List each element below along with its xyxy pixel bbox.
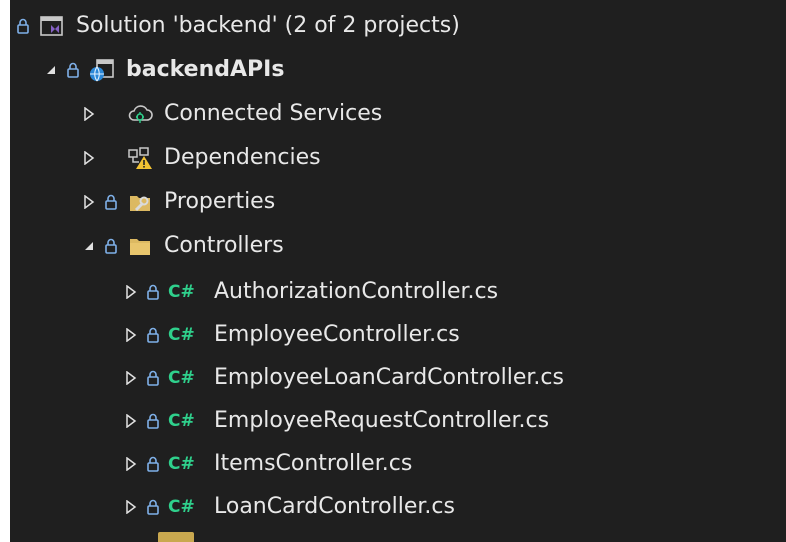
properties-label: Properties <box>164 189 276 214</box>
csharp-file-icon: C# <box>168 325 195 345</box>
lock-icon <box>16 17 30 35</box>
controllers-label: Controllers <box>164 233 284 258</box>
file-label: EmployeeController.cs <box>214 322 460 347</box>
node-controllers[interactable]: Controllers <box>80 224 786 268</box>
web-project-icon <box>88 57 116 83</box>
file-label: EmployeeLoanCardController.cs <box>214 365 564 390</box>
csharp-file-icon: C# <box>168 497 195 517</box>
connected-services-icon <box>126 101 154 127</box>
lock-icon <box>104 237 118 255</box>
connected-services-label: Connected Services <box>164 101 383 126</box>
node-connected-services[interactable]: Connected Services <box>80 92 786 136</box>
collapsed-arrow-icon[interactable] <box>122 326 140 344</box>
file-node[interactable]: C# EmployeeController.cs <box>122 313 786 357</box>
file-label: AuthorizationController.cs <box>214 279 499 304</box>
expanded-arrow-icon[interactable] <box>42 61 60 79</box>
lock-icon <box>104 193 118 211</box>
lock-icon <box>146 283 160 301</box>
project-node-backendapis[interactable]: backendAPIs <box>42 48 786 92</box>
folder-icon <box>126 233 154 259</box>
file-node[interactable]: C# EmployeeLoanCardController.cs <box>122 356 786 400</box>
csharp-file-icon: C# <box>168 282 195 302</box>
collapsed-arrow-icon[interactable] <box>122 369 140 387</box>
csharp-file-icon: C# <box>168 411 195 431</box>
file-label: EmployeeRequestController.cs <box>214 408 550 433</box>
file-label: LoanCardController.cs <box>214 494 455 519</box>
collapsed-arrow-icon[interactable] <box>122 498 140 516</box>
file-label: ItemsController.cs <box>214 451 413 476</box>
solution-icon <box>38 13 66 39</box>
lock-icon <box>146 369 160 387</box>
node-dependencies[interactable]: Dependencies <box>80 136 786 180</box>
node-properties[interactable]: Properties <box>80 180 786 224</box>
file-node[interactable]: C# AuthorizationController.cs <box>122 270 786 314</box>
project-label: backendAPIs <box>126 57 285 82</box>
collapsed-arrow-icon[interactable] <box>122 455 140 473</box>
csharp-file-icon: C# <box>168 368 195 388</box>
dependencies-warning-icon <box>126 145 154 171</box>
collapsed-arrow-icon[interactable] <box>122 283 140 301</box>
file-node[interactable]: C# ItemsController.cs <box>122 442 786 486</box>
expanded-arrow-icon[interactable] <box>80 237 98 255</box>
solution-explorer-tree: Solution 'backend' (2 of 2 projects) bac… <box>10 0 786 542</box>
file-node[interactable]: C# EmployeeRequestController.cs <box>122 399 786 443</box>
properties-folder-icon <box>126 189 154 215</box>
partially-visible-folder-icon <box>158 532 194 542</box>
lock-icon <box>66 61 80 79</box>
lock-icon <box>146 326 160 344</box>
solution-label: Solution 'backend' (2 of 2 projects) <box>76 13 460 38</box>
lock-icon <box>146 455 160 473</box>
file-node[interactable]: C# LoanCardController.cs <box>122 485 786 529</box>
solution-node[interactable]: Solution 'backend' (2 of 2 projects) <box>16 4 786 48</box>
lock-icon <box>146 498 160 516</box>
collapsed-arrow-icon[interactable] <box>80 149 98 167</box>
csharp-file-icon: C# <box>168 454 195 474</box>
collapsed-arrow-icon[interactable] <box>80 193 98 211</box>
dependencies-label: Dependencies <box>164 145 321 170</box>
collapsed-arrow-icon[interactable] <box>122 412 140 430</box>
collapsed-arrow-icon[interactable] <box>80 105 98 123</box>
lock-icon <box>146 412 160 430</box>
